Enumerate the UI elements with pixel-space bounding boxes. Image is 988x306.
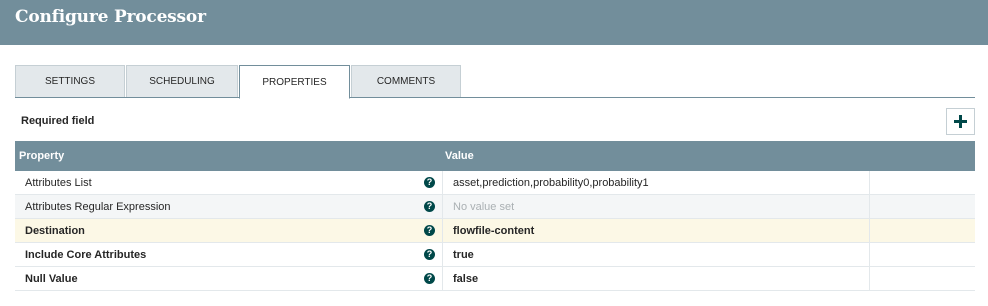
column-divider <box>869 243 870 267</box>
column-divider <box>442 171 443 195</box>
column-divider <box>869 219 870 243</box>
dialog-title: Configure Processor <box>15 7 206 27</box>
tab-bar: SETTINGS SCHEDULING PROPERTIES COMMENTS <box>15 65 975 99</box>
table-row: Include Core Attributes ? true <box>15 243 975 267</box>
column-divider <box>869 171 870 195</box>
required-field-label: Required field <box>21 115 95 127</box>
property-name: Attributes Regular Expression <box>25 201 171 213</box>
tab-properties[interactable]: PROPERTIES <box>239 65 350 99</box>
property-name: Null Value <box>25 273 78 285</box>
table-row: Attributes Regular Expression ? No value… <box>15 195 975 219</box>
column-divider <box>442 267 443 291</box>
column-header-property[interactable]: Property <box>19 150 64 162</box>
table-row: Null Value ? false <box>15 267 975 291</box>
column-divider <box>442 243 443 267</box>
tab-settings[interactable]: SETTINGS <box>15 65 125 98</box>
property-value[interactable]: flowfile-content <box>453 225 534 237</box>
help-icon[interactable]: ? <box>424 249 435 260</box>
plus-icon <box>954 115 967 128</box>
table-header: Property Value <box>15 141 975 171</box>
tab-comments[interactable]: COMMENTS <box>351 65 461 98</box>
property-name: Destination <box>25 225 85 237</box>
dialog-header: Configure Processor <box>0 0 988 45</box>
property-name: Include Core Attributes <box>25 249 147 261</box>
property-value[interactable]: asset,prediction,probability0,probabilit… <box>453 177 649 189</box>
column-divider <box>869 267 870 291</box>
property-value[interactable]: No value set <box>453 201 514 213</box>
column-divider <box>442 219 443 243</box>
column-divider <box>869 195 870 219</box>
property-name: Attributes List <box>25 177 92 189</box>
help-icon[interactable]: ? <box>424 177 435 188</box>
column-divider <box>442 195 443 219</box>
properties-table: Property Value Attributes List ? asset,p… <box>15 141 975 291</box>
tab-underline <box>15 97 975 98</box>
help-icon[interactable]: ? <box>424 201 435 212</box>
column-header-value[interactable]: Value <box>445 150 474 162</box>
tab-scheduling[interactable]: SCHEDULING <box>126 65 238 98</box>
add-property-button[interactable] <box>946 108 975 135</box>
property-value[interactable]: true <box>453 249 474 261</box>
help-icon[interactable]: ? <box>424 273 435 284</box>
table-row: Destination ? flowfile-content <box>15 219 975 243</box>
help-icon[interactable]: ? <box>424 225 435 236</box>
property-value[interactable]: false <box>453 273 478 285</box>
table-row: Attributes List ? asset,prediction,proba… <box>15 171 975 195</box>
